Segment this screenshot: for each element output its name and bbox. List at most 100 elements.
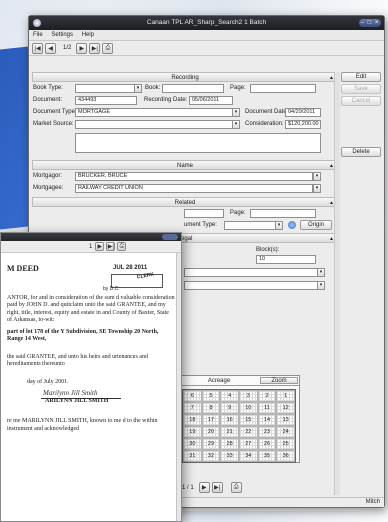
grid-cell[interactable]: 10 bbox=[238, 402, 258, 414]
main-scrollbar[interactable] bbox=[334, 72, 340, 495]
market-source-field[interactable] bbox=[75, 120, 233, 129]
grid-cell[interactable]: 23 bbox=[257, 426, 277, 438]
grid-cell[interactable]: 28 bbox=[220, 438, 239, 450]
grid-cell[interactable]: 33 bbox=[220, 450, 239, 462]
notes-textarea[interactable] bbox=[75, 133, 321, 153]
document-date-field[interactable]: 04/29/2011 bbox=[285, 108, 321, 117]
nav-toolbar: |◀ ◀ 1/2 ▶ ▶| ⎙ bbox=[29, 41, 384, 56]
save-button[interactable]: Save bbox=[341, 84, 381, 94]
grid-cell[interactable]: 31 bbox=[183, 450, 202, 462]
deed-paragraph-5: re me MARILYNN JILL SMITH, known to me d… bbox=[7, 418, 158, 432]
mortgagor-dropdown[interactable]: ▾ bbox=[313, 172, 321, 181]
consideration-field[interactable]: $120,200.00 bbox=[285, 120, 321, 129]
related-header-label: Related bbox=[174, 200, 196, 206]
signature-block: Marilynn Jill Smith ARILYNN JILL SMITH bbox=[7, 389, 175, 406]
blocks-field[interactable]: 10 bbox=[256, 255, 316, 264]
grid-cell[interactable]: 8 bbox=[201, 402, 221, 414]
grid-cell[interactable]: 12 bbox=[276, 402, 295, 414]
grid-cell[interactable]: 26 bbox=[257, 438, 277, 450]
section-grid: 6 5 4 3 2 1 7 8 9 10 11 12 18 17 16 15 14 13 19 20 21 22 23 24 3… bbox=[182, 389, 296, 463]
next-page-button[interactable]: ▶ bbox=[76, 42, 88, 54]
grid-cell[interactable]: 27 bbox=[238, 438, 258, 450]
window-title: Canaan TPL AR_Sharp_Search2 1 Batch bbox=[146, 19, 267, 26]
mortgagor-label: Mortgagor: bbox=[33, 173, 63, 179]
grid-cell[interactable]: 1 bbox=[276, 390, 295, 402]
document-field[interactable]: 434493 bbox=[75, 96, 137, 105]
grid-cell[interactable]: 19 bbox=[183, 426, 202, 438]
deed-next-button[interactable]: ▶ bbox=[95, 242, 105, 251]
related-book-field[interactable] bbox=[184, 209, 224, 218]
market-source-dropdown[interactable]: ▾ bbox=[232, 120, 240, 129]
document-type-field[interactable]: MORTGAGE bbox=[75, 108, 233, 117]
grid-cell[interactable]: 4 bbox=[220, 390, 239, 402]
grid-cell[interactable]: 34 bbox=[238, 450, 258, 462]
legal-dropdown-2[interactable]: ▾ bbox=[317, 281, 325, 290]
grid-cell[interactable]: 18 bbox=[183, 414, 202, 426]
info-icon[interactable] bbox=[288, 221, 296, 229]
bottom-last-button[interactable]: ▶| bbox=[211, 482, 223, 493]
legal-field-1[interactable] bbox=[184, 268, 318, 277]
menu-help[interactable]: Help bbox=[82, 32, 94, 38]
bottom-print-button[interactable]: ⎙ bbox=[230, 482, 242, 493]
grid-cell[interactable]: 22 bbox=[238, 426, 258, 438]
legal-dropdown-1[interactable]: ▾ bbox=[317, 268, 325, 277]
print-button[interactable]: ⎙ bbox=[102, 42, 114, 54]
grid-cell[interactable]: 32 bbox=[201, 450, 221, 462]
grid-cell[interactable]: 24 bbox=[276, 426, 295, 438]
grid-cell[interactable]: 15 bbox=[238, 414, 258, 426]
grid-cell[interactable]: 14 bbox=[257, 414, 277, 426]
zoom-button[interactable]: Zoom bbox=[260, 377, 298, 384]
page-field[interactable] bbox=[250, 84, 316, 93]
book-field[interactable] bbox=[162, 84, 224, 93]
bottom-next-button[interactable]: ▶ bbox=[198, 482, 210, 493]
document-type-dropdown[interactable]: ▾ bbox=[232, 108, 240, 117]
recording-header-label: Recording bbox=[171, 75, 199, 81]
grid-cell[interactable]: 20 bbox=[201, 426, 221, 438]
grid-cell[interactable]: 9 bbox=[220, 402, 239, 414]
mortgagee-field[interactable]: RAILWAY CREDIT UNION bbox=[75, 184, 313, 193]
related-doc-type-dropdown[interactable]: ▾ bbox=[275, 221, 283, 230]
first-page-button[interactable]: |◀ bbox=[32, 42, 43, 54]
origin-button[interactable]: Origin bbox=[300, 220, 332, 230]
deed-print-button[interactable]: ⎙ bbox=[117, 242, 127, 251]
grid-cell[interactable]: 21 bbox=[220, 426, 239, 438]
deed-last-button[interactable]: ▶| bbox=[106, 242, 116, 251]
grid-cell[interactable]: 29 bbox=[201, 438, 221, 450]
grid-cell[interactable]: 2 bbox=[257, 390, 277, 402]
legal-field-2[interactable] bbox=[184, 281, 318, 290]
related-doc-type-field[interactable] bbox=[224, 221, 276, 230]
print-icon: ⎙ bbox=[233, 484, 239, 490]
mortgagor-field[interactable]: BRUCKER, BRUCE bbox=[75, 172, 313, 181]
grid-cell[interactable]: 30 bbox=[183, 438, 202, 450]
deed-scrollbar[interactable] bbox=[176, 253, 181, 521]
grid-cell[interactable]: 5 bbox=[201, 390, 221, 402]
grid-cell[interactable]: 7 bbox=[183, 402, 202, 414]
menu-settings[interactable]: Settings bbox=[51, 32, 73, 38]
mortgagee-dropdown[interactable]: ▾ bbox=[313, 184, 321, 193]
edit-button[interactable]: Edit bbox=[341, 72, 381, 82]
grid-cell[interactable]: 11 bbox=[257, 402, 277, 414]
grid-cell[interactable]: 36 bbox=[276, 450, 295, 462]
book-type-field[interactable] bbox=[75, 84, 135, 93]
grid-cell[interactable]: 35 bbox=[257, 450, 277, 462]
grid-cell[interactable]: 13 bbox=[276, 414, 295, 426]
cancel-button[interactable]: Cancel bbox=[341, 96, 381, 106]
related-page-field[interactable] bbox=[250, 209, 316, 218]
menu-file[interactable]: File bbox=[33, 32, 43, 38]
print-icon: ⎙ bbox=[105, 44, 111, 51]
window-controls[interactable]: – □ × bbox=[359, 19, 381, 27]
grid-cell[interactable]: 3 bbox=[238, 390, 258, 402]
recording-date-field[interactable]: 05/06/2011 bbox=[189, 96, 233, 105]
grid-cell[interactable]: 16 bbox=[220, 414, 239, 426]
grid-cell[interactable]: 25 bbox=[276, 438, 295, 450]
prev-page-button[interactable]: ◀ bbox=[45, 42, 56, 54]
grid-cell[interactable]: 17 bbox=[201, 414, 221, 426]
book-type-dropdown[interactable]: ▾ bbox=[134, 84, 142, 93]
document-label: Document: bbox=[33, 97, 63, 103]
last-page-button[interactable]: ▶| bbox=[89, 42, 101, 54]
delete-button[interactable]: Delete bbox=[341, 147, 381, 157]
recording-stamp: JUL 28 2011 CLERK by D.C. bbox=[103, 265, 169, 293]
title-bar: Canaan TPL AR_Sharp_Search2 1 Batch – □ … bbox=[29, 16, 384, 30]
grid-cell[interactable]: 6 bbox=[183, 390, 202, 402]
deed-window-controls[interactable] bbox=[162, 234, 178, 240]
